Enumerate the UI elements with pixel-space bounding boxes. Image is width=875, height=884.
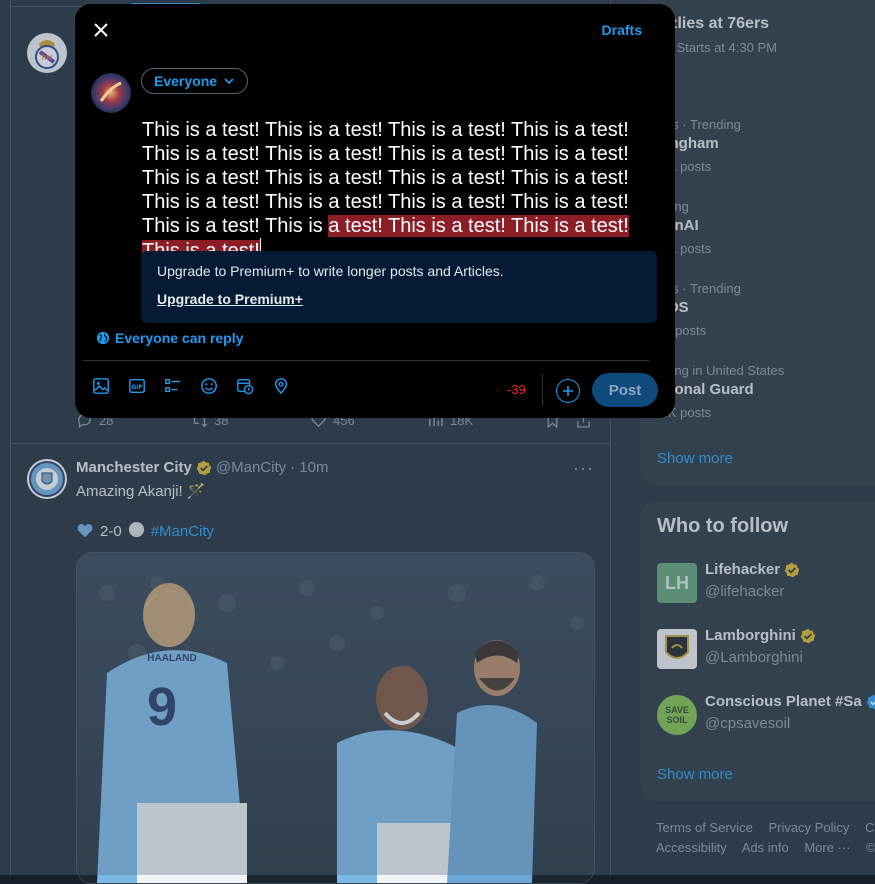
svg-text:RM: RM: [42, 54, 53, 62]
real-madrid-avatar[interactable]: RM: [27, 33, 67, 73]
follow-show-more-link[interactable]: Show more: [657, 766, 733, 783]
footer-links-row-2: Accessibility Ads info More ··· ©: [656, 840, 875, 855]
copyright-text: ©: [866, 840, 875, 855]
compose-textarea[interactable]: This is a test! This is a test! This is …: [142, 118, 642, 263]
follow-name: Lifehacker: [705, 561, 800, 578]
follow-name: Lamborghini: [705, 627, 816, 644]
audience-selector[interactable]: Everyone: [141, 68, 249, 94]
post-header: Manchester City @ManCity · 10m: [76, 459, 328, 476]
post-time[interactable]: · 10m: [290, 459, 328, 476]
upgrade-premium-link[interactable]: Upgrade to Premium+: [157, 291, 303, 307]
compose-divider: [83, 360, 649, 361]
compose-modal: Drafts Everyone This is a test! This is …: [75, 4, 675, 418]
more-options-icon[interactable]: ···: [573, 458, 594, 479]
lamborghini-avatar[interactable]: [657, 629, 697, 669]
user-avatar[interactable]: [91, 73, 131, 113]
terms-link[interactable]: Terms of Service: [656, 820, 753, 835]
jersey-name: HAALAND: [147, 653, 196, 664]
follow-suggestion[interactable]: SAVE SOIL Conscious Planet #Sa @cpsaveso…: [657, 693, 875, 737]
image-icon: [93, 378, 109, 394]
follow-handle: @cpsavesoil: [705, 715, 791, 732]
close-icon: [94, 23, 108, 37]
jersey-number: 9: [147, 677, 177, 737]
who-to-follow-title: Who to follow: [657, 515, 789, 537]
post-divider: [11, 443, 610, 444]
privacy-link[interactable]: Privacy Policy: [768, 820, 849, 835]
post-text: Amazing Akanji! 🪄: [76, 483, 206, 500]
close-button[interactable]: [89, 18, 113, 42]
follow-suggestion[interactable]: Lamborghini @Lamborghini: [657, 627, 875, 671]
emoji-icon: [201, 378, 217, 394]
footer-links-row-1: Terms of Service Privacy Policy C: [656, 820, 875, 835]
trend-context-4: nding in United States: [657, 363, 785, 378]
poll-icon: [165, 379, 181, 393]
accessibility-link[interactable]: Accessibility: [656, 840, 727, 855]
cookie-link[interactable]: C: [865, 820, 874, 835]
trends-panel: izzlies at 76ers A · Starts at 4:30 PM o…: [640, 0, 875, 485]
verified-blue-icon: [866, 694, 875, 709]
gif-icon: GIF: [129, 378, 145, 394]
follow-name-text: Lamborghini: [705, 627, 796, 644]
schedule-button[interactable]: [235, 376, 255, 396]
more-link[interactable]: More ···: [804, 840, 850, 855]
ads-info-link[interactable]: Ads info: [742, 840, 789, 855]
savesoil-avatar[interactable]: SAVE SOIL: [657, 695, 697, 735]
trends-show-more-link[interactable]: Show more: [657, 450, 733, 467]
toolbar-separator: [542, 374, 543, 406]
follow-suggestion[interactable]: LH Lifehacker @lifehacker: [657, 561, 875, 605]
follow-name: Conscious Planet #Sa: [705, 693, 875, 710]
bull-shield-icon: [665, 635, 689, 659]
score-text: 2-0: [100, 523, 122, 540]
who-to-follow-panel: Who to follow LH Lifehacker @lifehacker …: [640, 501, 875, 801]
post-score-line: 2-0 #ManCity: [76, 521, 214, 542]
post-button[interactable]: Post: [592, 373, 658, 407]
compose-toolbar: GIF: [91, 376, 291, 396]
poll-button[interactable]: [163, 376, 183, 396]
blue-heart-icon: [76, 522, 94, 542]
svg-text:GIF: GIF: [132, 385, 143, 391]
white-circle-icon: [128, 521, 145, 542]
drafts-button[interactable]: Drafts: [602, 22, 642, 38]
reply-setting-label: Everyone can reply: [115, 330, 244, 346]
schedule-icon: [237, 379, 254, 395]
character-counter: -39: [507, 382, 526, 397]
globe-icon: [96, 331, 110, 345]
verified-gold-icon: [800, 628, 816, 643]
plus-icon: [563, 386, 573, 396]
verified-gold-icon: [196, 460, 212, 476]
hashtag-link[interactable]: #ManCity: [151, 523, 214, 540]
premium-upsell-box: Upgrade to Premium+ to write longer post…: [141, 251, 657, 323]
chevron-down-icon: [224, 78, 234, 85]
follow-name-text: Lifehacker: [705, 561, 781, 578]
emoji-button[interactable]: [199, 376, 219, 396]
add-post-button[interactable]: [556, 379, 580, 403]
manchester-city-avatar[interactable]: [27, 459, 67, 499]
audience-label: Everyone: [154, 73, 218, 89]
follow-name-text: Conscious Planet #Sa: [705, 693, 862, 710]
location-icon: [274, 378, 288, 395]
verified-gold-icon: [784, 562, 800, 577]
author-name[interactable]: Manchester City: [76, 459, 192, 476]
media-button[interactable]: [91, 376, 111, 396]
reply-setting-button[interactable]: Everyone can reply: [96, 330, 243, 346]
follow-handle: @lifehacker: [705, 583, 785, 600]
author-handle[interactable]: @ManCity: [216, 459, 286, 476]
follow-handle: @Lamborghini: [705, 649, 803, 666]
gif-button[interactable]: GIF: [127, 376, 147, 396]
post-photo[interactable]: HAALAND 9: [76, 552, 595, 884]
location-button[interactable]: [271, 376, 291, 396]
upsell-message: Upgrade to Premium+ to write longer post…: [157, 263, 504, 279]
lifehacker-avatar[interactable]: LH: [657, 563, 697, 603]
